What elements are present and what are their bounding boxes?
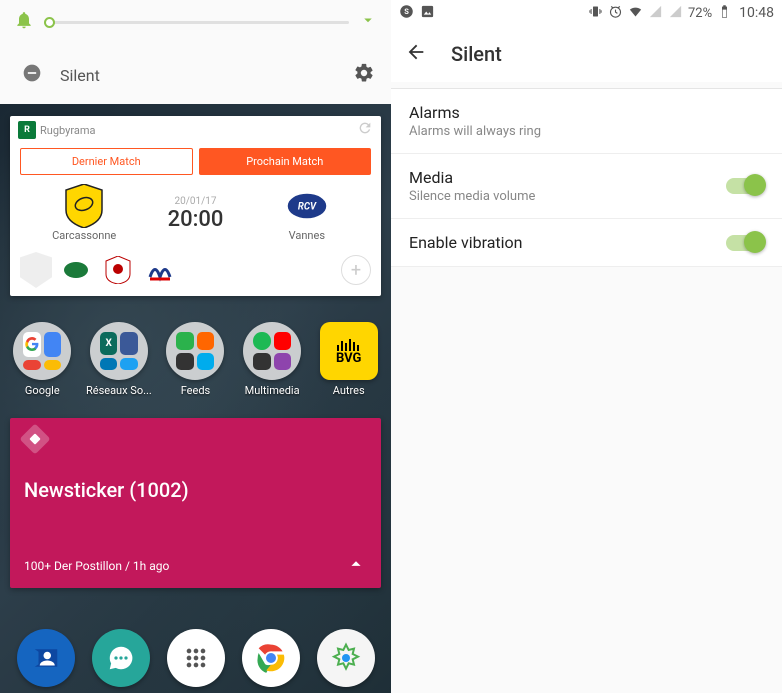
dnd-mode-row[interactable]: Silent [0,44,391,106]
feedly-icon [19,423,50,454]
status-time: 10:48 [739,5,774,21]
signal-icon-2 [668,4,683,23]
vibration-toggle[interactable] [726,235,764,251]
folder-label-autres: Autres [333,384,365,397]
away-team[interactable]: RCV Vannes [262,185,352,242]
dock-contacts[interactable] [17,629,75,687]
svg-text:RCV: RCV [298,202,317,213]
setting-alarms[interactable]: Alarms Alarms will always ring [391,89,782,154]
match-date: 20/01/17 [168,196,224,207]
app-folder-row: Google X Réseaux So... Feeds Multimedia … [4,322,387,397]
page-title: Silent [451,42,502,66]
media-toggle[interactable] [726,178,764,194]
folder-google[interactable]: Google [6,322,78,397]
folder-autres[interactable]: BVG Autres [313,322,385,397]
folder-feeds[interactable]: Feeds [159,322,231,397]
news-title: Newsticker (1002) [24,478,367,502]
folder-label-reseaux: Réseaux So... [86,384,152,397]
battery-icon [717,4,732,23]
status-bar: S 72% 10:48 [391,0,782,26]
folder-multimedia[interactable]: Multimedia [236,322,308,397]
skype-icon: S [399,4,414,23]
volume-slider[interactable] [44,21,349,24]
image-icon [420,4,435,23]
phone-right-settings: S 72% 10:48 Silent Alarms Alarms will al… [391,0,782,693]
tab-next-match[interactable]: Prochain Match [199,148,372,175]
away-team-logo: RCV [286,185,328,227]
notification-shade: Silent [0,0,391,106]
volume-slider-thumb[interactable] [44,17,55,28]
bell-icon [14,10,34,34]
back-arrow-icon[interactable] [405,41,427,67]
alarm-icon [608,4,623,23]
add-league-button[interactable]: + [341,255,371,285]
settings-list: Alarms Alarms will always ring Media Sil… [391,88,782,693]
folder-reseaux[interactable]: X Réseaux So... [83,322,155,397]
svg-text:S: S [404,7,409,16]
dock [0,629,391,687]
bvg-text: BVG [336,351,361,366]
volume-slider-row [0,0,391,44]
match-center: 20/01/17 20:00 [168,196,224,232]
wifi-icon [628,4,643,23]
league-logo-2[interactable] [100,255,136,285]
dnd-mode-label: Silent [60,66,100,85]
refresh-icon[interactable] [357,120,373,140]
battery-percent: 72% [688,6,712,21]
appbar: Silent [391,26,782,82]
vibration-label: Enable vibration [409,233,522,252]
rugby-widget[interactable]: R Rugbyrama Dernier Match Prochain Match… [10,116,381,296]
phone-left-homescreen: Silent R Rugbyrama Dernier Match Prochai… [0,0,391,693]
setting-vibration[interactable]: Enable vibration [391,219,782,267]
dock-messages[interactable] [92,629,150,687]
home-team-logo [63,185,105,227]
chevron-down-icon[interactable] [359,11,377,33]
dock-camera[interactable] [317,629,375,687]
league-logo-1[interactable] [58,255,94,285]
folder-label-feeds: Feeds [181,384,211,397]
folder-label-multimedia: Multimedia [245,384,300,397]
setting-media[interactable]: Media Silence media volume [391,154,782,219]
news-footer-text: 100+ Der Postillon / 1h ago [24,559,169,573]
vibrate-icon [588,4,603,23]
league-row: + [10,246,381,296]
news-widget[interactable]: Newsticker (1002) 100+ Der Postillon / 1… [10,418,381,588]
gear-icon[interactable] [353,62,375,88]
dnd-icon [22,63,42,87]
alarms-label: Alarms [409,103,541,122]
home-team[interactable]: Carcassonne [39,185,129,242]
chevron-up-icon[interactable] [345,553,367,578]
league-logo-3[interactable] [142,255,178,285]
home-team-name: Carcassonne [52,229,116,242]
league-shield-icon[interactable] [20,252,52,288]
match-time: 20:00 [168,207,224,232]
folder-label-google: Google [25,384,60,397]
rugby-app-name: Rugbyrama [40,124,357,137]
media-sub: Silence media volume [409,189,535,204]
media-label: Media [409,168,535,187]
dock-chrome[interactable] [242,629,300,687]
signal-icon-1 [648,4,663,23]
dock-app-drawer[interactable] [167,629,225,687]
alarms-sub: Alarms will always ring [409,124,541,139]
rugbyrama-logo: R [18,121,36,139]
tab-last-match[interactable]: Dernier Match [20,148,193,175]
away-team-name: Vannes [289,229,325,242]
